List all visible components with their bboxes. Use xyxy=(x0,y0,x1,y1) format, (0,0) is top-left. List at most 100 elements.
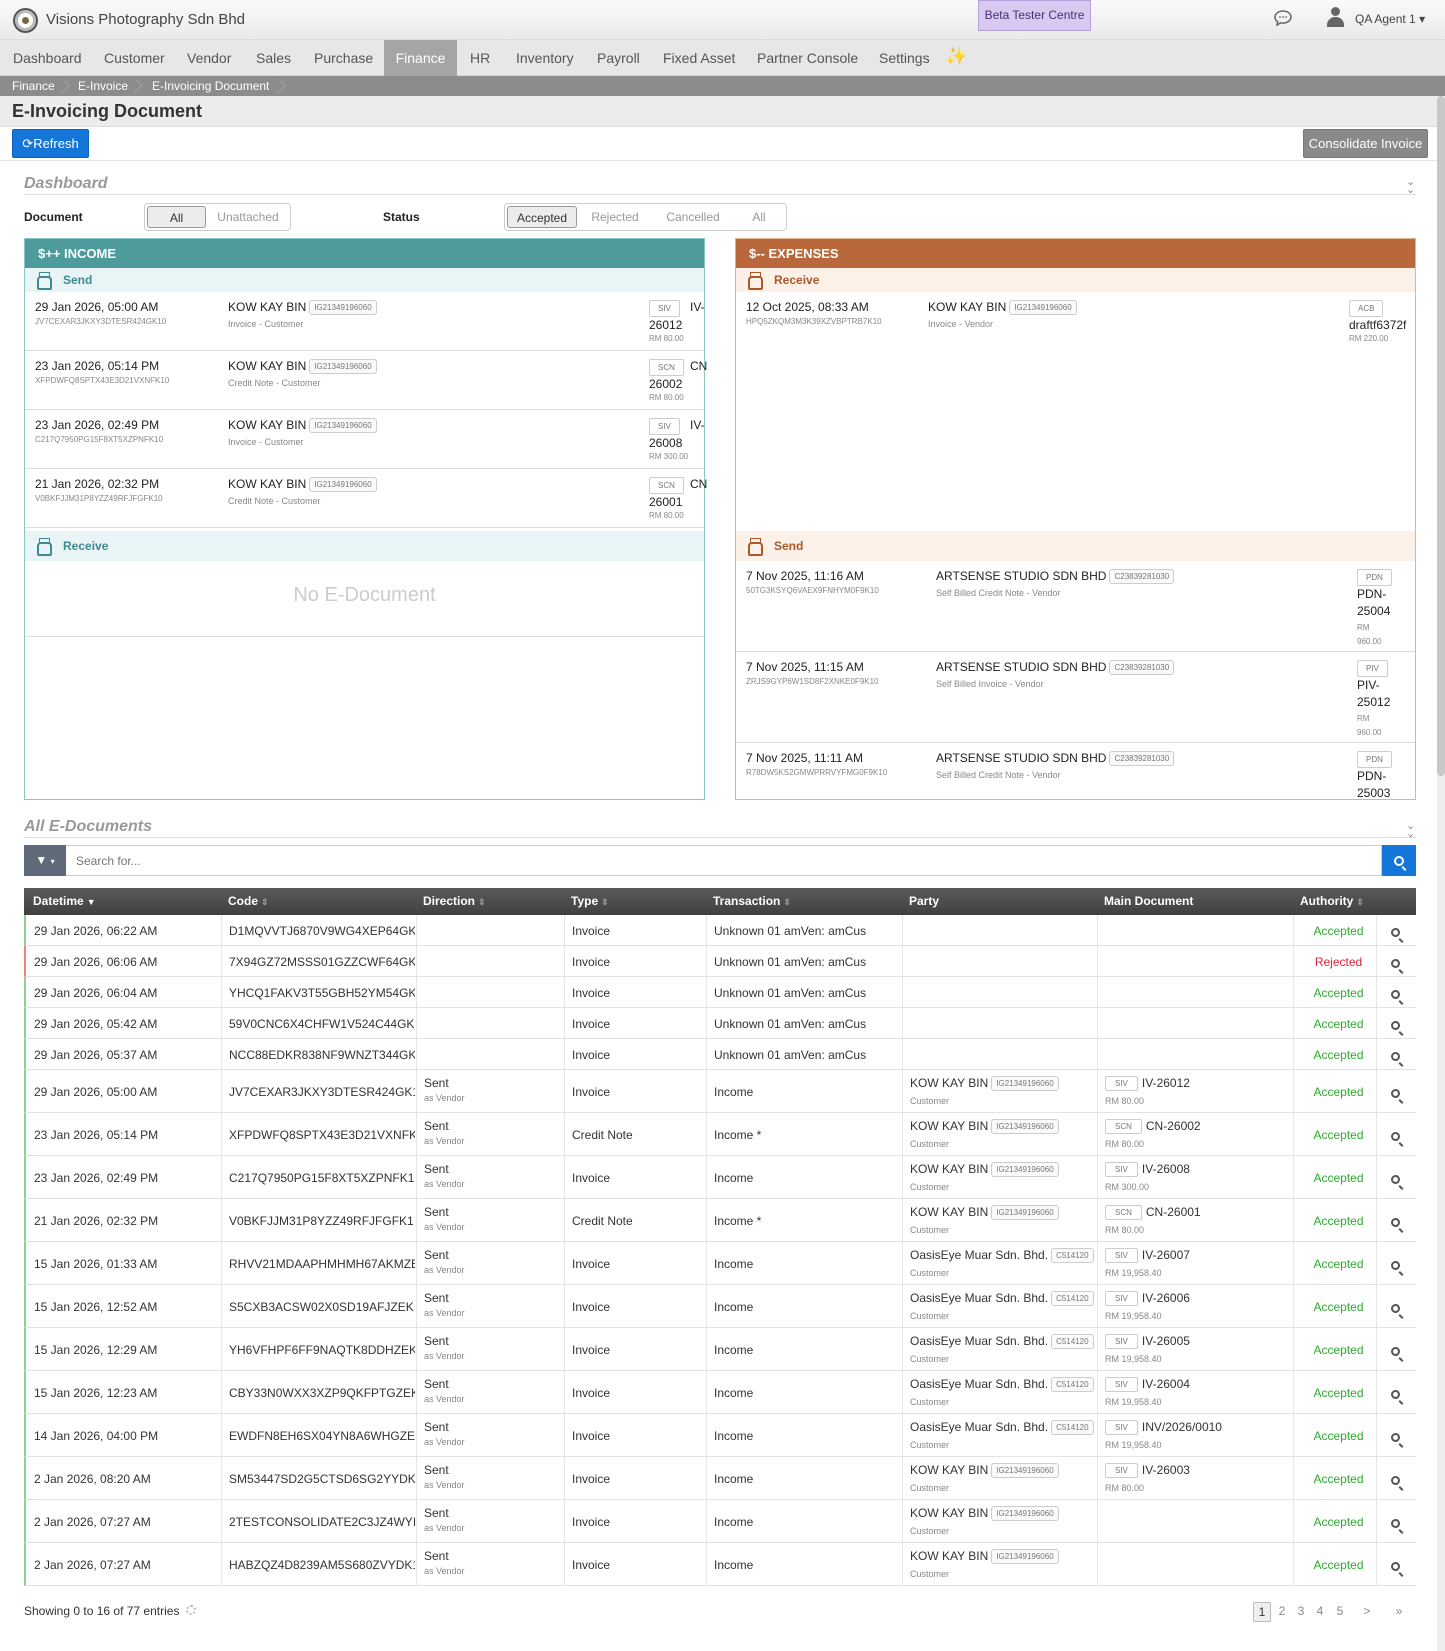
company-logo[interactable] xyxy=(13,8,38,33)
nav-purchase[interactable]: Purchase xyxy=(301,40,386,76)
search-button[interactable] xyxy=(1382,845,1416,876)
doc-number[interactable]: CN-26001 xyxy=(1146,1205,1201,1219)
nav-finance[interactable]: Finance xyxy=(384,40,457,76)
nav-payroll[interactable]: Payroll xyxy=(584,40,653,76)
scrollbar-thumb[interactable] xyxy=(1437,96,1445,776)
column-direction[interactable]: Direction ⇕ xyxy=(423,888,486,915)
column-code[interactable]: Code ⇕ xyxy=(228,888,269,915)
expenses-send-entry[interactable]: 7 Nov 2025, 11:16 AM 50TG3KSYQ6VAEX9FNHY… xyxy=(736,561,1415,652)
income-send-entry[interactable]: 23 Jan 2026, 02:49 PM C217Q7950PG15F8XT5… xyxy=(25,410,705,469)
document-unattached-option[interactable]: Unattached xyxy=(208,206,288,228)
doc-number[interactable]: IV-26004 xyxy=(1142,1377,1190,1391)
doc-number[interactable]: INV/2026/0010 xyxy=(1142,1420,1222,1434)
view-icon[interactable] xyxy=(1391,1017,1400,1032)
page-5[interactable]: 5 xyxy=(1331,1602,1349,1622)
user-icon[interactable] xyxy=(1326,7,1344,27)
status-cancelled-option[interactable]: Cancelled xyxy=(653,206,733,228)
doc-number[interactable]: CN-26002 xyxy=(1146,1119,1201,1133)
beta-tester-button[interactable]: Beta Tester Centre xyxy=(978,0,1091,31)
table-row[interactable]: 2 Jan 2026, 07:27 AM HABZQZ4D8239AM5S680Z… xyxy=(24,1543,1416,1586)
table-row[interactable]: 29 Jan 2026, 05:37 AM NCC88EDKR838NF9WNZT… xyxy=(24,1039,1416,1070)
search-input[interactable] xyxy=(66,845,1382,876)
nav-fixed-asset[interactable]: Fixed Asset xyxy=(650,40,748,76)
status-all-option[interactable]: All xyxy=(735,206,783,228)
nav-customer[interactable]: Customer xyxy=(91,40,178,76)
page-3[interactable]: 3 xyxy=(1292,1602,1310,1622)
income-send-entry[interactable]: 29 Jan 2026, 05:00 AM JV7CEXAR3JKXY3DTES… xyxy=(25,292,705,351)
income-send-entry[interactable]: 21 Jan 2026, 02:32 PM V0BKFJJM31P8YZZ49R… xyxy=(25,469,707,528)
next-page-button[interactable]: > xyxy=(1358,1602,1376,1622)
expenses-send-entry[interactable]: 7 Nov 2025, 11:15 AM ZRJS9GYP6W1SD8F2XNK… xyxy=(736,652,1415,743)
last-page-button[interactable]: » xyxy=(1390,1602,1408,1622)
view-icon[interactable] xyxy=(1391,1343,1400,1358)
chat-icon[interactable] xyxy=(1274,10,1292,30)
view-icon[interactable] xyxy=(1391,1515,1400,1530)
view-icon[interactable] xyxy=(1391,1257,1400,1272)
view-icon[interactable] xyxy=(1391,1429,1400,1444)
view-icon[interactable] xyxy=(1391,1128,1400,1143)
table-row[interactable]: 21 Jan 2026, 02:32 PM V0BKFJJM31P8YZZ49RF… xyxy=(24,1199,1416,1242)
doc-number[interactable]: IV-26012 xyxy=(1142,1076,1190,1090)
table-row[interactable]: 2 Jan 2026, 07:27 AM 2TESTCONSOLIDATE2C3J… xyxy=(24,1500,1416,1543)
table-row[interactable]: 15 Jan 2026, 12:23 AM CBY33N0WXX3XZP9QKFP… xyxy=(24,1371,1416,1414)
table-row[interactable]: 23 Jan 2026, 05:14 PM XFPDWFQ8SPTX43E3D21… xyxy=(24,1113,1416,1156)
refresh-button[interactable]: ⟳Refresh xyxy=(12,129,89,158)
nav-inventory[interactable]: Inventory xyxy=(503,40,587,76)
table-row[interactable]: 15 Jan 2026, 01:33 AM RHVV21MDAAPHMHMH67A… xyxy=(24,1242,1416,1285)
view-icon[interactable] xyxy=(1391,986,1400,1001)
view-icon[interactable] xyxy=(1391,1085,1400,1100)
view-icon[interactable] xyxy=(1391,924,1400,939)
view-icon[interactable] xyxy=(1391,1300,1400,1315)
nav-settings[interactable]: Settings xyxy=(866,40,943,76)
page-1[interactable]: 1 xyxy=(1253,1602,1271,1622)
breadcrumb-finance[interactable]: Finance xyxy=(12,76,55,96)
table-row[interactable]: 23 Jan 2026, 02:49 PM C217Q7950PG15F8XT5X… xyxy=(24,1156,1416,1199)
status-rejected-option[interactable]: Rejected xyxy=(579,206,651,228)
page-2[interactable]: 2 xyxy=(1273,1602,1291,1622)
table-row[interactable]: 29 Jan 2026, 06:06 AM 7X94GZ72MSSS01GZZCW… xyxy=(24,946,1416,977)
document-all-option[interactable]: All xyxy=(147,206,206,228)
table-row[interactable]: 15 Jan 2026, 12:52 AM S5CXB3ACSW02X0SD19A… xyxy=(24,1285,1416,1328)
nav-vendor[interactable]: Vendor xyxy=(174,40,244,76)
doc-number[interactable]: IV-26008 xyxy=(1142,1162,1190,1176)
table-row[interactable]: 29 Jan 2026, 05:42 AM 59V0CNC6X4CHFW1V524… xyxy=(24,1008,1416,1039)
table-row[interactable]: 29 Jan 2026, 06:22 AM D1MQVVTJ6870V9WG4XE… xyxy=(24,915,1416,946)
table-row[interactable]: 14 Jan 2026, 04:00 PM EWDFN8EH6SX04YN8A6W… xyxy=(24,1414,1416,1457)
filter-button[interactable]: ▼ ▾ xyxy=(24,845,66,876)
expenses-send-entry[interactable]: 7 Nov 2025, 11:11 AM R78DW5KS2GMWPRRVYFM… xyxy=(736,743,1415,800)
view-icon[interactable] xyxy=(1391,1214,1400,1229)
table-row[interactable]: 29 Jan 2026, 05:00 AM JV7CEXAR3JKXY3DTESR… xyxy=(24,1070,1416,1113)
column-type[interactable]: Type ⇕ xyxy=(571,888,609,915)
sparkle-icon[interactable]: ✨ xyxy=(945,46,967,67)
collapse-icon[interactable]: ⌄ ⌄ xyxy=(1406,821,1415,840)
view-icon[interactable] xyxy=(1391,1386,1400,1401)
nav-dashboard[interactable]: Dashboard xyxy=(0,40,95,76)
column-transaction[interactable]: Transaction ⇕ xyxy=(713,888,791,915)
column-datetime[interactable]: Datetime ▼ xyxy=(33,888,96,915)
doc-number[interactable]: IV-26003 xyxy=(1142,1463,1190,1477)
breadcrumb-e-invoicing-document[interactable]: E-Invoicing Document xyxy=(152,76,269,96)
income-send-entry[interactable]: 23 Jan 2026, 05:14 PM XFPDWFQ8SPTX43E3D2… xyxy=(25,351,707,410)
view-icon[interactable] xyxy=(1391,1171,1400,1186)
breadcrumb-e-invoice[interactable]: E-Invoice xyxy=(78,76,128,96)
view-icon[interactable] xyxy=(1391,955,1400,970)
nav-partner-console[interactable]: Partner Console xyxy=(744,40,871,76)
view-icon[interactable] xyxy=(1391,1558,1400,1573)
nav-hr[interactable]: HR xyxy=(457,40,503,76)
nav-sales[interactable]: Sales xyxy=(243,40,304,76)
consolidate-invoice-button[interactable]: Consolidate Invoice xyxy=(1303,129,1428,158)
page-4[interactable]: 4 xyxy=(1311,1602,1329,1622)
table-row[interactable]: 29 Jan 2026, 06:04 AM YHCQ1FAKV3T55GBH52Y… xyxy=(24,977,1416,1008)
table-row[interactable]: 2 Jan 2026, 08:20 AM SM53447SD2G5CTSD6SG2… xyxy=(24,1457,1416,1500)
doc-number[interactable]: IV-26007 xyxy=(1142,1248,1190,1262)
status-accepted-option[interactable]: Accepted xyxy=(507,206,577,228)
user-menu[interactable]: QA Agent 1 ▾ xyxy=(1355,12,1425,26)
collapse-icon[interactable]: ⌄ ⌄ xyxy=(1406,177,1415,196)
column-authority[interactable]: Authority ⇕ xyxy=(1300,888,1364,915)
view-icon[interactable] xyxy=(1391,1048,1400,1063)
doc-number[interactable]: IV-26006 xyxy=(1142,1291,1190,1305)
doc-number[interactable]: IV-26005 xyxy=(1142,1334,1190,1348)
table-row[interactable]: 15 Jan 2026, 12:29 AM YH6VFHPF6FF9NAQTK8D… xyxy=(24,1328,1416,1371)
expenses-receive-entry[interactable]: 12 Oct 2025, 08:33 AM HPQ5ZKQM3M3K39XZVB… xyxy=(736,292,1415,350)
view-icon[interactable] xyxy=(1391,1472,1400,1487)
